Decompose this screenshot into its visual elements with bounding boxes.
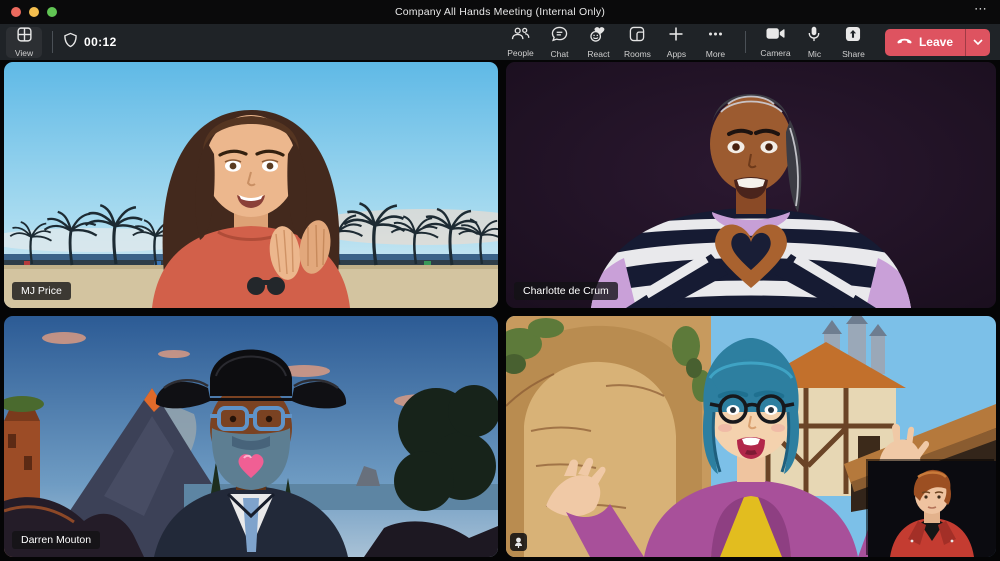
titlebar: Company All Hands Meeting (Internal Only… [0,0,1000,24]
leave-label: Leave [918,35,953,49]
plus-icon [668,26,684,47]
share-screen-icon [845,26,861,47]
shield-icon [63,32,78,53]
chat-button[interactable]: Chat [540,24,579,61]
people-button[interactable]: People [501,24,540,60]
pin-icon [515,537,522,548]
apps-button[interactable]: Apps [657,24,696,61]
heart-hands-avatar-scene [506,62,996,308]
react-button[interactable]: React [579,24,618,61]
beach-avatar-scene [4,62,498,308]
spotlight-badge [510,533,527,551]
rooms-icon [629,26,645,47]
meeting-title: Company All Hands Meeting (Internal Only… [394,6,606,18]
video-tile-charlotte-de-crum[interactable]: Charlotte de Crum [506,62,996,308]
red-jacket-avatar [868,461,996,557]
chat-icon [551,26,568,47]
toolbar-divider [52,31,53,53]
meeting-window: Company All Hands Meeting (Internal Only… [0,0,1000,561]
chevron-down-icon [973,39,983,45]
video-grid: MJ Price Charlotte de Crum Darren Mouton [4,62,996,557]
mic-icon [808,26,820,47]
meeting-timer: 00:12 [63,32,117,53]
meeting-toolbar: View 00:12 People Chat React Rooms Apps … [0,24,1000,60]
mic-button[interactable]: Mic [795,24,834,61]
video-tile-darren-mouton[interactable]: Darren Mouton [4,316,498,557]
camera-icon [766,26,785,46]
share-button[interactable]: Share [834,24,873,61]
self-view-pip[interactable] [868,461,996,557]
gallery-view-icon [16,26,32,47]
rooms-button[interactable]: Rooms [618,24,657,61]
participant-nameplate: Charlotte de Crum [514,282,618,300]
react-icon [589,26,608,47]
participant-nameplate: MJ Price [12,282,71,300]
toolbar-actions: People Chat React Rooms Apps More Camera… [501,24,994,61]
view-label: View [14,47,34,58]
timer-value: 00:12 [84,35,117,49]
ellipsis-icon [707,26,724,47]
view-button[interactable]: View [6,26,42,58]
leave-button[interactable]: Leave [885,29,965,56]
more-button[interactable]: More [696,24,735,61]
people-icon [511,26,530,46]
leave-options-button[interactable] [965,28,990,56]
video-tile-self[interactable] [506,316,996,557]
mountain-cowboy-avatar-scene [4,316,498,557]
hang-up-icon [897,35,912,49]
camera-button[interactable]: Camera [756,24,795,60]
titlebar-more-icon[interactable]: ⋯ [974,1,988,17]
participant-nameplate: Darren Mouton [12,531,101,549]
toolbar-divider-2 [744,31,746,53]
video-tile-mj-price[interactable]: MJ Price [4,62,498,308]
leave-button-group: Leave [884,28,990,56]
